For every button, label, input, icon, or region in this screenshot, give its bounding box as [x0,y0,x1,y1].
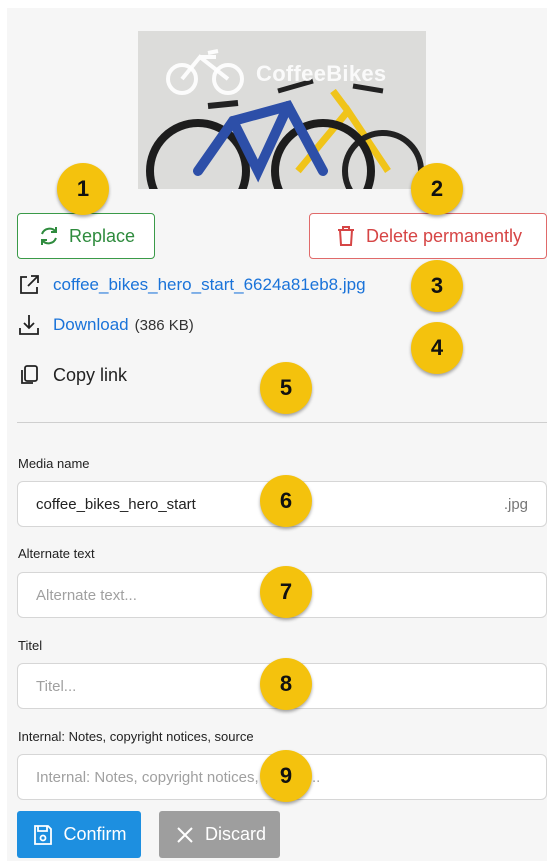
section-divider [17,422,547,423]
bike-illustration [146,49,424,189]
alt-text-label: Alternate text [18,546,95,561]
confirm-label: Confirm [63,824,127,844]
annotation-badge-9: 9 [260,750,312,802]
annotation-badge-7: 7 [260,566,312,618]
delete-permanently-button[interactable]: Delete permanently [309,213,547,259]
media-name-label: Media name [18,456,90,471]
notes-label: Internal: Notes, copyright notices, sour… [18,729,254,744]
annotation-badge-1: 1 [57,163,109,215]
discard-label: Discard [204,824,266,844]
save-icon [34,824,53,845]
download-row: Download (386 KB) [17,313,194,337]
file-link-row: coffee_bikes_hero_start_6624a81eb8.jpg [17,273,366,297]
refresh-icon [40,227,57,245]
brand-watermark: CoffeeBikes [256,61,387,86]
copy-link-button[interactable]: Copy link [17,363,127,387]
annotation-badge-2: 2 [411,163,463,215]
annotation-badge-3: 3 [411,260,463,312]
annotation-badge-6: 6 [260,475,312,527]
image-preview: CoffeeBikes [138,31,426,189]
download-icon [19,315,39,335]
file-extension: .jpg [503,495,528,513]
copy-icon [21,365,38,384]
file-link[interactable]: coffee_bikes_hero_start_6624a81eb8.jpg [53,275,366,295]
file-size: (386 KB) [134,317,194,334]
replace-button[interactable]: Replace [17,213,155,259]
close-icon [177,826,193,843]
external-link-icon [20,275,39,294]
trash-icon [337,226,354,246]
annotation-badge-4: 4 [411,322,463,374]
download-link[interactable]: Download [53,315,129,334]
confirm-button[interactable]: Confirm [17,811,141,858]
annotation-badge-8: 8 [260,658,312,710]
annotation-badge-5: 5 [260,362,312,414]
copy-link-label: Copy link [53,364,128,385]
delete-label: Delete permanently [365,225,523,246]
replace-label: Replace [68,225,136,246]
discard-button[interactable]: Discard [159,811,280,858]
title-label: Titel [18,638,43,653]
